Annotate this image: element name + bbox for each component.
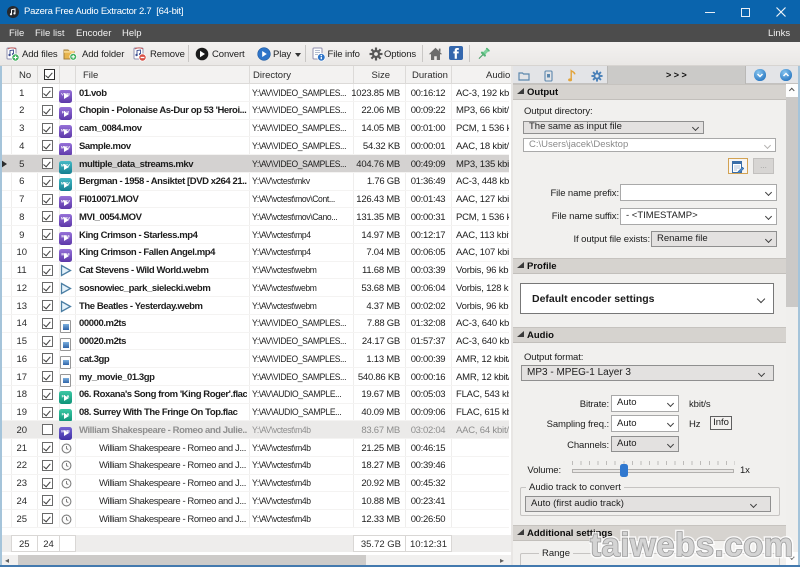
svg-text:taiwebs.com: taiwebs.com	[590, 526, 794, 563]
